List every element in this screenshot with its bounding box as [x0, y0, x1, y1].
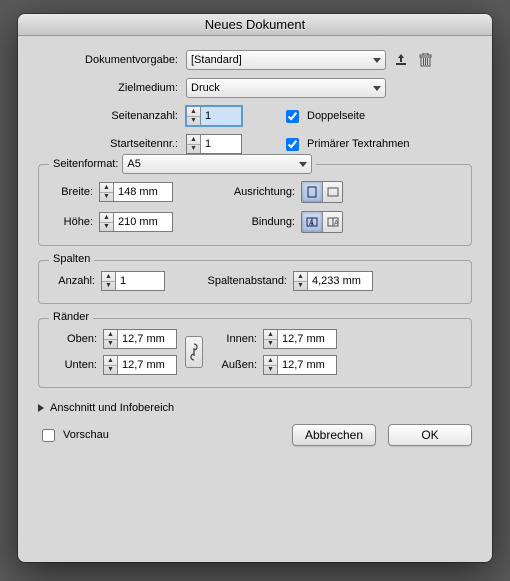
svg-text:A: A: [309, 220, 314, 227]
cancel-button[interactable]: Abbrechen: [292, 424, 376, 446]
stepper-arrows[interactable]: ▲▼: [104, 330, 118, 348]
inner-input[interactable]: [278, 330, 336, 348]
label-preset: Dokumentvorgabe:: [38, 54, 186, 66]
facing-checkbox[interactable]: Doppelseite: [282, 107, 365, 126]
pageformat-select[interactable]: A5: [122, 154, 312, 174]
dialog-content: Dokumentvorgabe: [Standard] Zielmedium: …: [18, 36, 492, 462]
outer-stepper[interactable]: ▲▼: [263, 355, 337, 375]
top-stepper[interactable]: ▲▼: [103, 329, 177, 349]
label-inner: Innen:: [211, 333, 263, 345]
top-input[interactable]: [118, 330, 176, 348]
label-columns: Spalten: [49, 253, 94, 265]
facing-checkbox-input[interactable]: [286, 110, 299, 123]
bleed-disclosure[interactable]: Anschnitt und Infobereich: [38, 402, 472, 414]
stepper-arrows[interactable]: ▲▼: [187, 135, 201, 153]
orientation-toggle[interactable]: [301, 181, 343, 203]
pagecount-input[interactable]: [201, 107, 241, 125]
label-height: Höhe:: [51, 216, 99, 228]
height-input[interactable]: [114, 213, 172, 231]
intent-value: Druck: [191, 82, 220, 94]
stepper-arrows[interactable]: ▲▼: [264, 356, 278, 374]
label-bottom: Unten:: [51, 359, 103, 371]
svg-text:A: A: [334, 220, 339, 227]
colgap-stepper[interactable]: ▲▼: [293, 271, 373, 291]
orientation-landscape-icon[interactable]: [322, 182, 342, 202]
bleed-label: Anschnitt und Infobereich: [50, 402, 174, 414]
stepper-arrows[interactable]: ▲▼: [100, 213, 114, 231]
label-pagecount: Seitenanzahl:: [38, 110, 186, 122]
label-colgap: Spaltenabstand:: [165, 275, 293, 287]
label-margins: Ränder: [49, 311, 93, 323]
height-stepper[interactable]: ▲▼: [99, 212, 173, 232]
orientation-portrait-icon[interactable]: [302, 182, 322, 202]
page-format-group: Seitenformat: A5 Breite: ▲▼ Ausrichtung:: [38, 164, 472, 246]
startpage-stepper[interactable]: ▲▼: [186, 134, 242, 154]
bottom-stepper[interactable]: ▲▼: [103, 355, 177, 375]
label-orientation: Ausrichtung:: [173, 186, 301, 198]
width-input[interactable]: [114, 183, 172, 201]
stepper-arrows[interactable]: ▲▼: [264, 330, 278, 348]
preview-label: Vorschau: [63, 429, 109, 441]
label-intent: Zielmedium:: [38, 82, 186, 94]
window-title: Neues Dokument: [205, 17, 305, 32]
label-pageformat: Seitenformat:: [53, 158, 118, 170]
label-binding: Bindung:: [173, 216, 301, 228]
primaryframe-label: Primärer Textrahmen: [307, 138, 410, 150]
label-colcount: Anzahl:: [51, 275, 101, 287]
bottom-input[interactable]: [118, 356, 176, 374]
primaryframe-checkbox-input[interactable]: [286, 138, 299, 151]
link-margins-icon[interactable]: [185, 336, 203, 368]
delete-preset-icon[interactable]: [416, 51, 434, 69]
stepper-arrows[interactable]: ▲▼: [104, 356, 118, 374]
facing-label: Doppelseite: [307, 110, 365, 122]
colgap-input[interactable]: [308, 272, 372, 290]
preset-select[interactable]: [Standard]: [186, 50, 386, 70]
binding-left-icon[interactable]: A: [302, 212, 322, 232]
stepper-arrows[interactable]: ▲▼: [294, 272, 308, 290]
primaryframe-checkbox[interactable]: Primärer Textrahmen: [282, 135, 410, 154]
chevron-down-icon: [373, 58, 381, 63]
chevron-down-icon: [373, 86, 381, 91]
label-startpage: Startseitennr.:: [38, 138, 186, 150]
label-top: Oben:: [51, 333, 103, 345]
intent-select[interactable]: Druck: [186, 78, 386, 98]
triangle-right-icon: [38, 404, 44, 412]
stepper-arrows[interactable]: ▲▼: [100, 183, 114, 201]
label-width: Breite:: [51, 186, 99, 198]
preview-checkbox[interactable]: Vorschau: [38, 426, 109, 445]
margins-group: Ränder Oben: ▲▼ Unten: ▲▼: [38, 318, 472, 388]
binding-toggle[interactable]: A A: [301, 211, 343, 233]
chevron-down-icon: [299, 162, 307, 167]
ok-button[interactable]: OK: [388, 424, 472, 446]
outer-input[interactable]: [278, 356, 336, 374]
preset-value: [Standard]: [191, 54, 242, 66]
colcount-stepper[interactable]: ▲▼: [101, 271, 165, 291]
colcount-input[interactable]: [116, 272, 164, 290]
pageformat-value: A5: [127, 158, 140, 170]
startpage-input[interactable]: [201, 135, 241, 153]
inner-stepper[interactable]: ▲▼: [263, 329, 337, 349]
columns-group: Spalten Anzahl: ▲▼ Spaltenabstand: ▲▼: [38, 260, 472, 304]
pagecount-stepper[interactable]: ▲▼: [186, 106, 242, 126]
window-titlebar: Neues Dokument: [18, 14, 492, 36]
binding-right-icon[interactable]: A: [322, 212, 342, 232]
stepper-arrows[interactable]: ▲▼: [187, 107, 201, 125]
label-outer: Außen:: [211, 359, 263, 371]
stepper-arrows[interactable]: ▲▼: [102, 272, 116, 290]
dialog-new-document: Neues Dokument Dokumentvorgabe: [Standar…: [18, 14, 492, 562]
preview-checkbox-input[interactable]: [42, 429, 55, 442]
save-preset-icon[interactable]: [392, 51, 410, 69]
width-stepper[interactable]: ▲▼: [99, 182, 173, 202]
